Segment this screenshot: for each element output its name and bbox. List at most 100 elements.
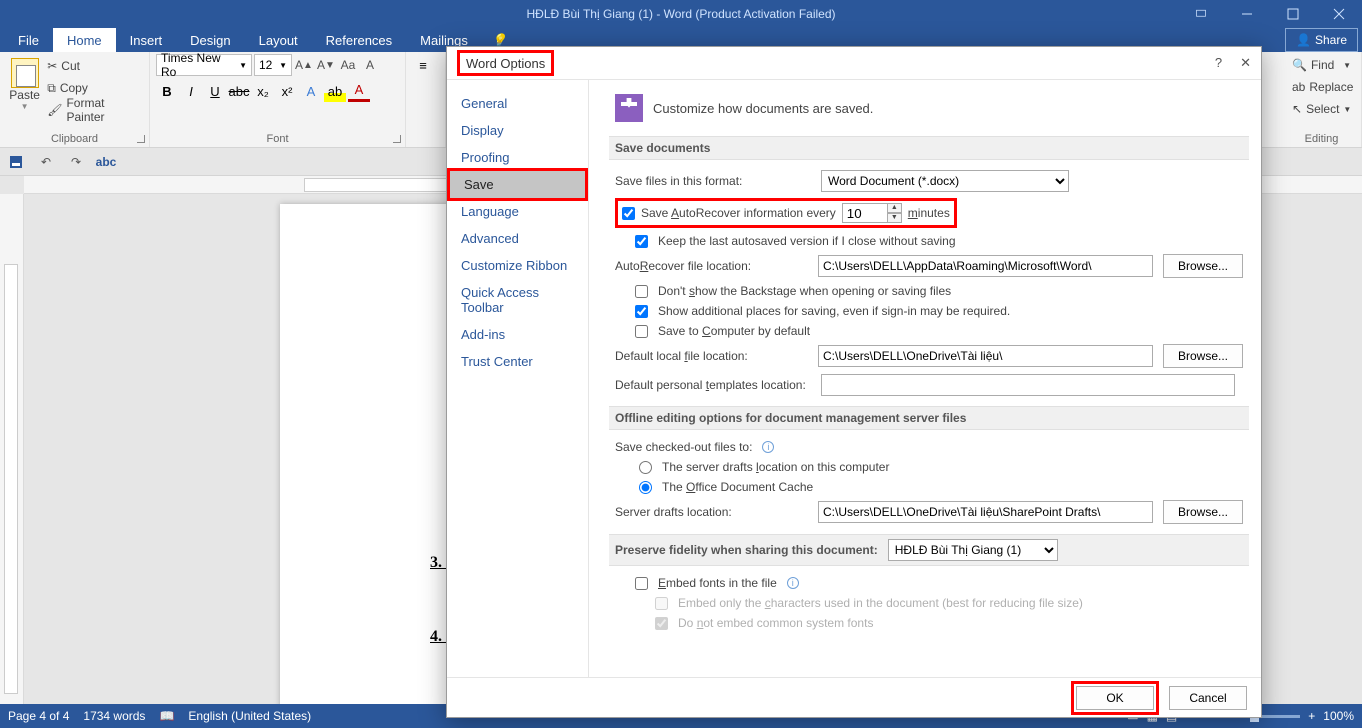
subscript-button[interactable]: x₂	[252, 80, 274, 102]
find-button[interactable]: 🔍Find▼	[1288, 54, 1355, 76]
vertical-ruler[interactable]	[0, 194, 24, 704]
word-count[interactable]: 1734 words	[83, 709, 145, 723]
default-local-browse-button[interactable]: Browse...	[1163, 344, 1243, 368]
nav-customize-ribbon[interactable]: Customize Ribbon	[447, 252, 588, 279]
select-button[interactable]: ↖Select▼	[1288, 98, 1355, 120]
office-cache-radio[interactable]	[639, 481, 652, 494]
superscript-button[interactable]: x²	[276, 80, 298, 102]
tab-references[interactable]: References	[312, 28, 406, 52]
autorecover-minutes-spinner[interactable]: ▲▼	[842, 203, 902, 223]
maximize-button[interactable]	[1270, 0, 1316, 28]
window-title: HĐLĐ Bùi Thị Giang (1) - Word (Product A…	[526, 7, 835, 21]
clear-formatting-button[interactable]: A	[360, 54, 380, 76]
font-color-button[interactable]: A	[348, 80, 370, 102]
embed-only-label: Embed only the characters used in the do…	[678, 596, 1083, 610]
default-local-input[interactable]	[818, 345, 1153, 367]
nav-proofing[interactable]: Proofing	[447, 144, 588, 171]
format-painter-button[interactable]: 🖌Format Painter	[47, 100, 139, 120]
nav-addins[interactable]: Add-ins	[447, 321, 588, 348]
minimize-button[interactable]	[1224, 0, 1270, 28]
font-group-label: Font	[150, 133, 405, 145]
redo-button[interactable]: ↷	[64, 150, 88, 174]
server-drafts-radio[interactable]	[639, 461, 652, 474]
spin-down-icon[interactable]: ▼	[888, 213, 902, 223]
nav-save[interactable]: Save	[447, 168, 588, 201]
ar-loc-label: AutoRecover file location:	[615, 259, 808, 273]
tab-insert[interactable]: Insert	[116, 28, 177, 52]
server-drafts-loc-label: Server drafts location:	[615, 505, 808, 519]
grow-font-button[interactable]: A▲	[294, 54, 314, 76]
cut-button[interactable]: ✂Cut	[47, 56, 139, 76]
ribbon-options-icon[interactable]	[1178, 0, 1224, 28]
font-name-combo[interactable]: Times New Ro▼	[156, 54, 252, 76]
server-drafts-input[interactable]	[818, 501, 1153, 523]
info-icon[interactable]: i	[762, 441, 774, 453]
lightbulb-icon: 💡	[492, 33, 507, 47]
dialog-close-button[interactable]: ✕	[1240, 55, 1251, 71]
bold-button[interactable]: B	[156, 80, 178, 102]
group-editing: 🔍Find▼ abReplace ↖Select▼ Editing	[1282, 52, 1362, 147]
cut-label: Cut	[61, 59, 80, 73]
ar-loc-input[interactable]	[818, 255, 1153, 277]
replace-button[interactable]: abReplace	[1288, 76, 1355, 98]
cancel-button[interactable]: Cancel	[1169, 686, 1247, 710]
undo-button[interactable]: ↶	[34, 150, 58, 174]
font-launcher-icon[interactable]	[393, 135, 401, 143]
default-personal-label: Default personal templates location:	[615, 378, 811, 392]
server-drafts-browse-button[interactable]: Browse...	[1163, 500, 1243, 524]
share-button[interactable]: 👤 Share	[1285, 28, 1358, 52]
paste-button[interactable]: Paste ▼	[6, 54, 43, 122]
group-paragraph: ≡	[406, 52, 446, 147]
font-size-combo[interactable]: 12▼	[254, 54, 292, 76]
preserve-doc-combo[interactable]: HĐLĐ Bùi Thị Giang (1)	[888, 539, 1058, 561]
save-button[interactable]	[4, 150, 28, 174]
share-label: Share	[1315, 33, 1347, 47]
text-effects-button[interactable]: A	[300, 80, 322, 102]
nav-display[interactable]: Display	[447, 117, 588, 144]
copy-button[interactable]: ⧉Copy	[47, 78, 139, 98]
show-additional-checkbox[interactable]	[635, 305, 648, 318]
nav-qat[interactable]: Quick Access Toolbar	[447, 279, 588, 321]
zoom-level[interactable]: 100%	[1323, 709, 1354, 723]
tab-file[interactable]: File	[4, 28, 53, 52]
italic-button[interactable]: I	[180, 80, 202, 102]
autorecover-checkbox[interactable]	[622, 207, 635, 220]
highlight-button[interactable]: ab	[324, 80, 346, 102]
close-button[interactable]	[1316, 0, 1362, 28]
autorecover-minutes-input[interactable]	[842, 203, 888, 223]
window-controls	[1178, 0, 1362, 28]
default-personal-input[interactable]	[821, 374, 1235, 396]
tab-layout[interactable]: Layout	[245, 28, 312, 52]
ar-browse-button[interactable]: Browse...	[1163, 254, 1243, 278]
language-indicator[interactable]: English (United States)	[188, 709, 311, 723]
ok-button[interactable]: OK	[1076, 686, 1154, 710]
spellcheck-button[interactable]: abc	[94, 150, 118, 174]
spellcheck-status-icon[interactable]: 📖	[159, 709, 174, 723]
save-computer-checkbox[interactable]	[635, 325, 648, 338]
zoom-in-button[interactable]: +	[1308, 709, 1315, 723]
keep-last-checkbox[interactable]	[635, 235, 648, 248]
nav-language[interactable]: Language	[447, 198, 588, 225]
nav-advanced[interactable]: Advanced	[447, 225, 588, 252]
dialog-nav: General Display Proofing Save Language A…	[447, 80, 589, 677]
embed-fonts-checkbox[interactable]	[635, 577, 648, 590]
clipboard-launcher-icon[interactable]	[137, 135, 145, 143]
nav-general[interactable]: General	[447, 90, 588, 117]
dialog-help-button[interactable]: ?	[1215, 55, 1222, 71]
dont-show-backstage-checkbox[interactable]	[635, 285, 648, 298]
underline-button[interactable]: U	[204, 80, 226, 102]
tab-design[interactable]: Design	[176, 28, 244, 52]
change-case-button[interactable]: Aa	[338, 54, 358, 76]
nav-trust[interactable]: Trust Center	[447, 348, 588, 375]
spin-up-icon[interactable]: ▲	[888, 203, 902, 213]
info-icon[interactable]: i	[787, 577, 799, 589]
format-painter-label: Format Painter	[66, 96, 139, 124]
tab-home[interactable]: Home	[53, 28, 116, 52]
shrink-font-button[interactable]: A▼	[316, 54, 336, 76]
show-additional-label: Show additional places for saving, even …	[658, 304, 1010, 318]
save-format-combo[interactable]: Word Document (*.docx)	[821, 170, 1069, 192]
page-indicator[interactable]: Page 4 of 4	[8, 709, 69, 723]
bullets-button[interactable]: ≡	[412, 54, 434, 76]
strikethrough-button[interactable]: abc	[228, 80, 250, 102]
dialog-titlebar: Word Options ? ✕	[447, 47, 1261, 79]
